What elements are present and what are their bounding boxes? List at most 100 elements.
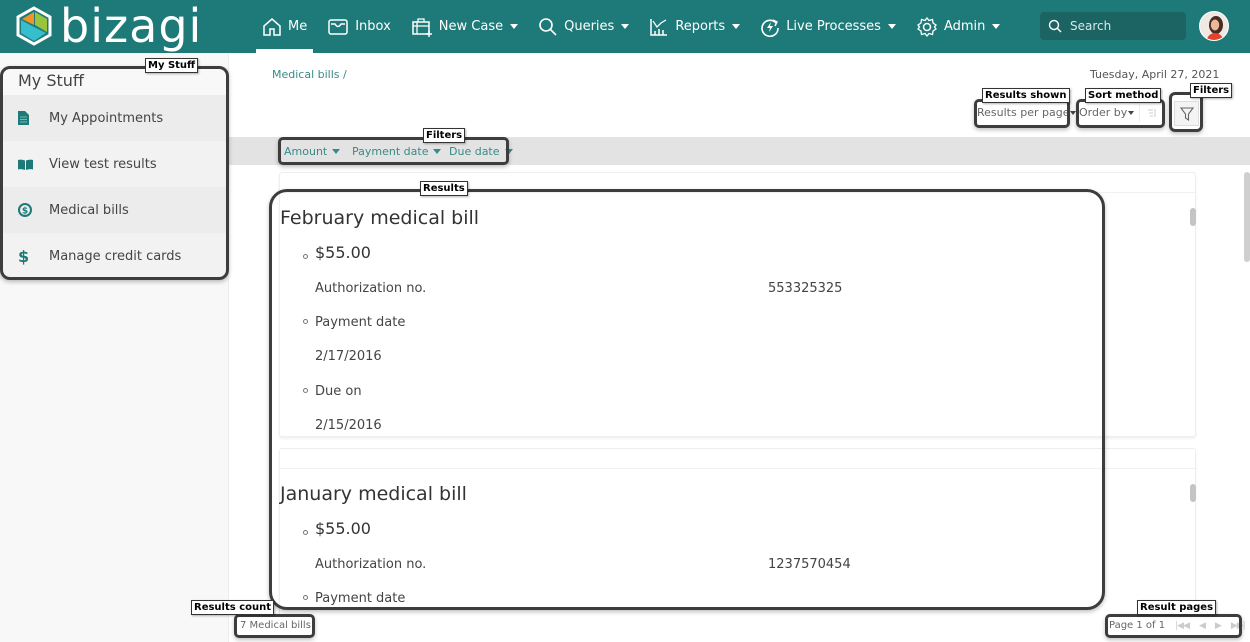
gear-icon	[917, 16, 937, 37]
search-icon	[1048, 19, 1062, 33]
results-count: 7 Medical bills	[240, 620, 311, 631]
results-per-page-dropdown[interactable]: Results per page	[977, 106, 1077, 119]
chevron-down-icon	[732, 24, 741, 29]
due-on-label: Due on	[315, 384, 362, 399]
filter-amount[interactable]: Amount	[284, 145, 341, 158]
payment-date-label: Payment date	[315, 591, 406, 606]
result-card[interactable]: January medical bill $55.00 Authorizatio…	[279, 448, 1196, 617]
nav-reports[interactable]: Reports	[643, 0, 746, 53]
document-icon	[18, 111, 49, 125]
order-by-dropdown[interactable]: Order by	[1079, 106, 1135, 119]
annotation-result-pages-label: Result pages	[1137, 600, 1217, 615]
nav-admin[interactable]: Admin	[910, 0, 1006, 53]
sort-direction-button[interactable]	[1139, 104, 1163, 122]
chevron-down-icon	[332, 149, 341, 154]
page-indicator: Page 1 of 1	[1109, 620, 1166, 631]
sidebar-item-label: Medical bills	[49, 202, 129, 218]
result-card[interactable]: February medical bill $55.00 Authorizati…	[279, 172, 1196, 437]
dollar-circle-icon: $	[18, 203, 49, 217]
pagination: Page 1 of 1 |◀◀ ◀ ▶ ▶▶|	[1109, 620, 1246, 631]
nav-new-case[interactable]: New Case	[405, 0, 524, 53]
card-scrollbar[interactable]	[1190, 484, 1196, 502]
bullet-icon	[303, 595, 308, 600]
filter-label: Payment date	[352, 145, 429, 158]
nav-queries[interactable]: Queries	[532, 0, 635, 53]
annotation-filters-button-label: Filters	[1190, 83, 1233, 98]
chevron-down-icon	[1070, 110, 1077, 115]
nav-admin-label: Admin	[943, 19, 986, 34]
top-navigation-bar: bizagi Me Inbox New Case Queries Reports	[0, 0, 1250, 53]
brand-name: bizagi	[60, 0, 203, 53]
main-nav: Me Inbox New Case Queries Reports Live P…	[256, 0, 1014, 53]
sidebar-item-view-test-results[interactable]: View test results	[0, 141, 229, 187]
results-per-page-label: Results per page	[977, 106, 1070, 119]
chevron-down-icon	[992, 24, 1001, 29]
card-header	[280, 173, 1195, 193]
result-title: February medical bill	[280, 207, 480, 229]
sidebar-item-manage-credit-cards[interactable]: $ Manage credit cards	[0, 233, 229, 279]
page-scrollbar[interactable]	[1244, 172, 1250, 262]
chevron-down-icon	[1128, 110, 1135, 115]
last-page-icon[interactable]: ▶▶|	[1231, 621, 1246, 631]
filter-payment-date[interactable]: Payment date	[352, 145, 442, 158]
filter-label: Due date	[449, 145, 500, 158]
previous-page-icon[interactable]: ◀	[1199, 621, 1206, 631]
inbox-icon	[328, 18, 348, 35]
sidebar-item-label: Manage credit cards	[49, 248, 182, 264]
filters-button[interactable]	[1174, 101, 1199, 126]
current-date: Tuesday, April 27, 2021	[1090, 68, 1220, 81]
svg-text:$: $	[22, 207, 28, 217]
result-title: January medical bill	[280, 483, 467, 505]
annotation-my-stuff-label: My Stuff	[145, 58, 199, 73]
authorization-label: Authorization no.	[315, 281, 427, 296]
filter-due-date[interactable]: Due date	[449, 145, 513, 158]
search-input[interactable]: Search	[1040, 12, 1186, 40]
card-scrollbar[interactable]	[1190, 208, 1196, 226]
new-case-icon	[412, 17, 432, 37]
nav-live-processes[interactable]: Live Processes	[754, 0, 902, 53]
annotation-filters-bar-label: Filters	[423, 128, 466, 143]
bizagi-logo[interactable]: bizagi	[16, 2, 202, 50]
annotation-results-shown-label: Results shown	[982, 88, 1070, 103]
annotation-sort-method-label: Sort method	[1085, 88, 1162, 103]
sidebar-title: My Stuff	[18, 71, 84, 90]
funnel-icon	[1179, 106, 1194, 121]
nav-inbox-label: Inbox	[355, 19, 391, 34]
sidebar-item-label: View test results	[49, 156, 157, 172]
next-page-icon[interactable]: ▶	[1215, 621, 1222, 631]
bullet-icon	[303, 254, 308, 259]
nav-inbox[interactable]: Inbox	[321, 0, 397, 53]
chevron-down-icon	[621, 24, 630, 29]
authorization-value: 553325325	[768, 281, 843, 296]
home-icon	[263, 17, 281, 36]
reports-icon	[650, 18, 668, 36]
chevron-down-icon	[887, 24, 896, 29]
nav-me[interactable]: Me	[256, 0, 314, 53]
payment-date-value: 2/17/2016	[315, 349, 382, 364]
filter-label: Amount	[284, 145, 328, 158]
chevron-down-icon	[510, 24, 519, 29]
chevron-down-icon	[433, 149, 442, 154]
user-avatar[interactable]	[1199, 11, 1229, 41]
user-photo-icon	[1200, 12, 1228, 40]
live-processes-icon	[761, 18, 779, 37]
bullet-icon	[303, 319, 308, 324]
annotation-results-count-label: Results count	[191, 600, 275, 615]
dollar-icon: $	[18, 246, 30, 266]
sidebar-item-my-appointments[interactable]: My Appointments	[0, 95, 229, 141]
breadcrumb[interactable]: Medical bills /	[272, 68, 347, 81]
sidebar-item-medical-bills[interactable]: $ Medical bills	[0, 187, 229, 233]
card-header	[280, 449, 1195, 469]
nav-me-label: Me	[288, 19, 308, 34]
sort-icon	[1147, 109, 1155, 117]
authorization-value: 1237570454	[768, 557, 851, 572]
results-list: February medical bill $55.00 Authorizati…	[229, 165, 1250, 617]
due-on-value: 2/15/2016	[315, 418, 382, 433]
sidebar-list: My Appointments View test results $ Medi…	[0, 95, 229, 279]
nav-reports-label: Reports	[675, 19, 726, 34]
search-icon	[539, 17, 557, 36]
first-page-icon[interactable]: |◀◀	[1175, 621, 1190, 631]
nav-queries-label: Queries	[564, 19, 615, 34]
annotation-results-label: Results	[420, 181, 468, 196]
payment-date-label: Payment date	[315, 315, 406, 330]
